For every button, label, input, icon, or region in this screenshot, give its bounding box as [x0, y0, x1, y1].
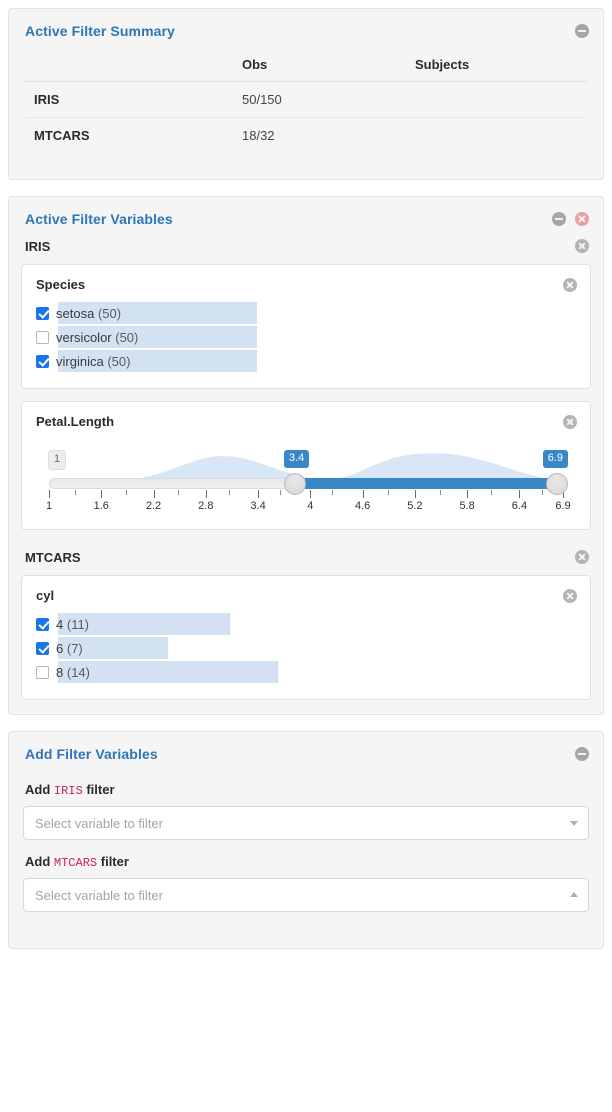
tick-label: 3.4	[250, 500, 266, 512]
select-variable-mtcars[interactable]: Select variable to filter	[23, 878, 589, 912]
table-row: MTCARS 18/32	[25, 118, 587, 154]
count-bar	[58, 661, 278, 683]
dataset-name-label: MTCARS	[25, 550, 81, 565]
tick-label: 5.8	[459, 500, 475, 512]
filter-card-species: Species setosa (50) versicolor (50) virg…	[21, 264, 591, 389]
minus-circle-icon[interactable]	[575, 747, 589, 761]
checkbox-setosa[interactable]	[36, 306, 49, 320]
remove-dataset-filters-icon[interactable]	[575, 550, 589, 564]
filter-summary-table: Obs Subjects IRIS 50/150 MTCARS 18/32	[25, 49, 587, 153]
list-item[interactable]: virginica (50)	[36, 350, 576, 372]
select-variable-iris[interactable]: Select variable to filter	[23, 806, 589, 840]
remove-all-filters-icon[interactable]	[575, 212, 589, 226]
filter-card-title: cyl	[36, 588, 55, 603]
cell-dataset-name: IRIS	[25, 81, 238, 118]
cell-dataset-name: MTCARS	[34, 128, 90, 143]
col-header-obs: Obs	[238, 49, 411, 82]
afv-panel-tools	[552, 212, 589, 226]
select-placeholder: Select variable to filter	[35, 815, 163, 831]
checkbox-versicolor[interactable]	[36, 330, 49, 344]
tick-label: 2.2	[145, 500, 162, 512]
chevron-down-icon[interactable]	[570, 821, 578, 826]
remove-filter-icon[interactable]	[563, 589, 577, 603]
active-filter-summary-panel: Active Filter Summary Obs Subjects IRIS	[8, 8, 604, 180]
addfilter-panel-tools	[575, 747, 589, 761]
slider-handle-low[interactable]	[284, 473, 306, 495]
list-item-label: 4 (11)	[56, 616, 90, 632]
dataset-header-iris: IRIS	[21, 233, 591, 264]
list-item-label: setosa (50)	[56, 305, 122, 321]
tick-label: 1.6	[93, 500, 109, 512]
list-item-label: 8 (14)	[56, 664, 90, 680]
add-iris-filter-label: Add IRIS filter	[25, 782, 115, 798]
cell-subjects	[411, 81, 587, 118]
summary-panel-header: Active Filter Summary	[9, 9, 603, 45]
tick-label: 4	[307, 500, 314, 512]
remove-filter-icon[interactable]	[563, 278, 577, 292]
add-mtcars-filter-label: Add MTCARS filter	[25, 854, 129, 870]
remove-dataset-filters-icon[interactable]	[575, 239, 589, 253]
dataset-code-mtcars: MTCARS	[53, 856, 98, 870]
chevron-up-icon[interactable]	[570, 892, 578, 897]
col-header-subjects: Subjects	[411, 49, 587, 82]
checkbox-cyl-4[interactable]	[36, 617, 49, 631]
table-header: Obs Subjects	[25, 49, 587, 82]
slider-low-value-bubble: 3.4	[284, 450, 310, 468]
cell-obs: 18/32	[242, 128, 275, 143]
filter-card-cyl: cyl 4 (11) 6 (7) 8 (14)	[21, 575, 591, 700]
slider-handle-high[interactable]	[546, 473, 568, 495]
minus-circle-icon[interactable]	[552, 212, 566, 226]
dataset-code-iris: IRIS	[53, 784, 83, 798]
list-item[interactable]: 8 (14)	[36, 661, 576, 683]
filter-card-petal-length: Petal.Length 1 3.4 6.9 1 1.6 2.2 2.8 3.4…	[21, 401, 591, 530]
checkbox-virginica[interactable]	[36, 354, 49, 368]
list-item-label: 6 (7)	[56, 640, 83, 656]
checkbox-cyl-6[interactable]	[36, 641, 49, 655]
active-filter-variables-panel: Active Filter Variables IRIS Species set…	[8, 196, 604, 715]
minus-circle-icon[interactable]	[575, 24, 589, 38]
list-item[interactable]: setosa (50)	[36, 302, 576, 324]
list-item-label: virginica (50)	[56, 353, 131, 369]
dataset-name-label: IRIS	[25, 239, 51, 254]
checkbox-cyl-8[interactable]	[36, 665, 49, 679]
summary-panel-tools	[575, 24, 589, 38]
addfilter-title: Add Filter Variables	[25, 746, 158, 762]
cell-subjects	[411, 118, 587, 154]
add-filter-variables-panel: Add Filter Variables Add IRIS filter Sel…	[8, 731, 604, 949]
tick-label: 2.8	[198, 500, 214, 512]
filter-card-title: Species	[36, 277, 86, 292]
table-body: IRIS 50/150 MTCARS 18/32	[25, 81, 587, 154]
slider-min-label: 1	[48, 450, 67, 470]
tick-label: 5.2	[407, 500, 423, 512]
tick-label: 4.6	[354, 500, 371, 512]
tick-label: 6.4	[511, 500, 528, 512]
addfilter-panel-header: Add Filter Variables	[9, 732, 603, 768]
cell-obs: 50/150	[238, 81, 411, 118]
select-placeholder: Select variable to filter	[35, 887, 163, 903]
slider-tick-axis: 1 1.6 2.2 2.8 3.4 4 4.6 5.2 5.8 6.4 6.9	[45, 490, 571, 512]
remove-filter-icon[interactable]	[563, 415, 577, 429]
afv-panel-header: Active Filter Variables	[9, 197, 603, 233]
summary-table-container: Obs Subjects IRIS 50/150 MTCARS 18/32	[9, 45, 603, 179]
afv-body: IRIS Species setosa (50) versicolor (50)	[9, 233, 603, 714]
addfilter-body: Add IRIS filter Select variable to filte…	[9, 768, 603, 948]
page-title: Active Filter Summary	[25, 23, 175, 39]
list-item[interactable]: 4 (11)	[36, 613, 576, 635]
afv-title: Active Filter Variables	[25, 211, 173, 227]
filter-panel-page: Active Filter Summary Obs Subjects IRIS	[0, 0, 612, 1112]
table-row: IRIS 50/150	[25, 81, 587, 118]
list-item[interactable]: 6 (7)	[36, 637, 576, 659]
range-slider-petal-length[interactable]: 1 3.4 6.9 1 1.6 2.2 2.8 3.4 4 4.6 5.2 5.…	[42, 445, 571, 512]
list-item-label: versicolor (50)	[56, 329, 139, 345]
list-item[interactable]: versicolor (50)	[36, 326, 576, 348]
filter-card-title: Petal.Length	[36, 414, 115, 429]
dataset-header-mtcars: MTCARS	[21, 544, 591, 575]
slider-high-value-bubble: 6.9	[542, 450, 568, 468]
tick-label: 1	[45, 500, 53, 512]
table-header-row: Obs Subjects	[25, 49, 587, 82]
col-header-dataset	[25, 49, 238, 82]
slider-selected-range	[305, 478, 554, 489]
tick-label: 6.9	[555, 500, 571, 512]
